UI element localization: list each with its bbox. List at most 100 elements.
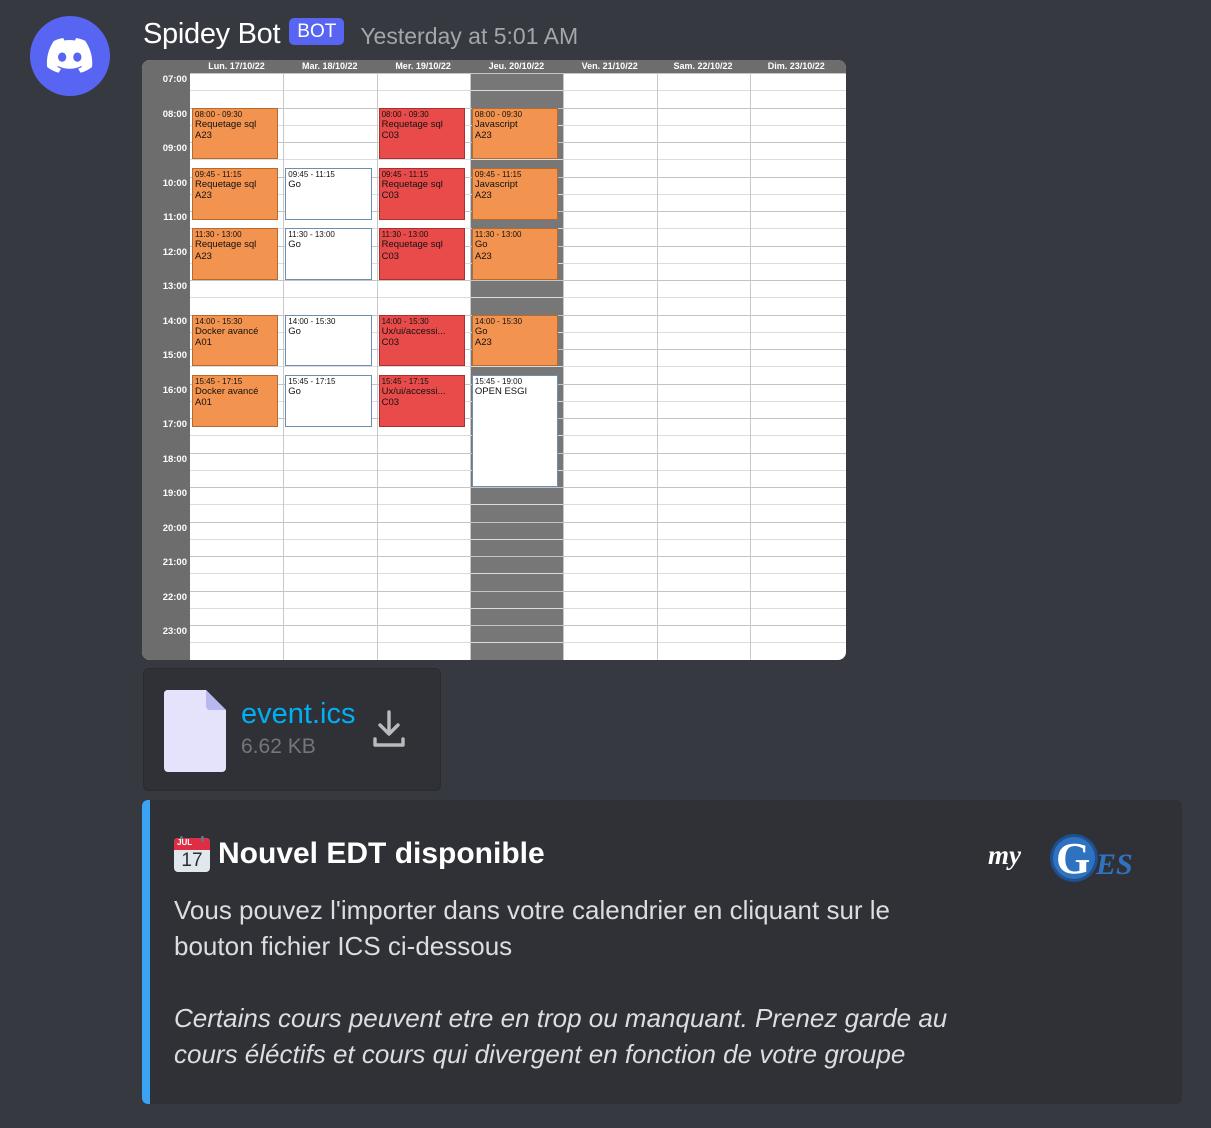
grid-column-divider bbox=[377, 73, 378, 660]
grid-line bbox=[190, 608, 846, 609]
schedule-day-header: Lun. 17/10/22 Mar. 18/10/22 Mer. 19/10/22 J… bbox=[142, 60, 846, 73]
schedule-event[interactable]: 11:30 - 13:00 Go A23 bbox=[471, 228, 559, 280]
event-room: A01 bbox=[195, 397, 212, 409]
schedule-event[interactable]: 11:30 - 13:00 Requetage sql C03 bbox=[378, 228, 465, 280]
grid-line bbox=[190, 504, 846, 505]
schedule-hour-label: 10:00 bbox=[162, 177, 187, 189]
schedule-event[interactable]: 09:45 - 11:15 Requetage sql A23 bbox=[192, 167, 279, 220]
file-name-link[interactable]: event.ics bbox=[241, 698, 355, 731]
event-room: C03 bbox=[381, 190, 400, 202]
schedule-event[interactable]: 15:45 - 17:15 Docker avancé A01 bbox=[192, 374, 279, 427]
svg-text:ES: ES bbox=[1095, 848, 1133, 881]
schedule-day-label: Dim. 23/10/22 bbox=[767, 61, 825, 71]
event-room: C03 bbox=[381, 397, 400, 409]
schedule-event[interactable]: 15:45 - 19:00 OPEN ESGI bbox=[471, 374, 559, 487]
event-title: Go bbox=[474, 239, 488, 251]
event-title: Go bbox=[288, 385, 301, 397]
schedule-event[interactable]: 14:00 - 15:30 Ux/ui/accessi... C03 bbox=[378, 314, 465, 367]
discord-logo-icon bbox=[46, 38, 93, 73]
schedule-event[interactable]: 14:00 - 15:30 Go bbox=[285, 314, 372, 367]
schedule-hour-label: 08:00 bbox=[162, 108, 187, 120]
grid-line bbox=[190, 297, 846, 298]
schedule-hour-label: 17:00 bbox=[162, 419, 187, 430]
event-title: Go bbox=[288, 178, 301, 190]
event-time: 08:00 - 09:30 bbox=[474, 109, 523, 119]
schedule-image[interactable]: Lun. 17/10/22 Mar. 18/10/22 Mer. 19/10/22 J… bbox=[142, 60, 846, 660]
event-time: 11:30 - 13:00 bbox=[195, 230, 242, 240]
schedule-event[interactable]: 14:00 - 15:30 Go A23 bbox=[471, 314, 559, 367]
grid-column-divider bbox=[283, 73, 284, 660]
username[interactable]: Spidey Bot bbox=[143, 18, 281, 51]
embed-title: JUL 17 Nouvel EDT disponible bbox=[174, 836, 545, 872]
event-room: A23 bbox=[195, 130, 212, 141]
schedule-event[interactable]: 08:00 - 09:30 Requetage sql C03 bbox=[378, 107, 465, 160]
schedule-hour-label: 12:00 bbox=[162, 246, 187, 258]
schedule-event[interactable]: 11:30 - 13:00 Go bbox=[285, 228, 372, 280]
schedule-event[interactable]: 09:45 - 11:15 Go bbox=[285, 167, 372, 220]
file-attachment: event.ics 6.62 KB bbox=[143, 668, 441, 791]
svg-text:my: my bbox=[988, 840, 1022, 870]
grid-line bbox=[190, 642, 846, 643]
event-title: Javascript bbox=[474, 178, 518, 190]
event-time: 08:00 - 09:30 bbox=[195, 109, 243, 119]
schedule-hour-label: 22:00 bbox=[162, 591, 187, 603]
schedule-hour-label: 14:00 bbox=[162, 315, 187, 327]
schedule-hour-label: 19:00 bbox=[162, 488, 187, 499]
schedule-day-label: Sam. 22/10/22 bbox=[673, 61, 733, 71]
event-title: Requetage sql bbox=[381, 239, 443, 251]
event-title: Ux/ui/accessi... bbox=[381, 325, 446, 337]
grid-line bbox=[190, 73, 846, 74]
event-time: 15:45 - 17:15 bbox=[288, 376, 336, 386]
schedule-hour-label: 11:00 bbox=[163, 212, 187, 223]
grid-line bbox=[190, 280, 846, 281]
schedule-hour-label: 23:00 bbox=[162, 626, 187, 637]
myges-logo: my G ES bbox=[988, 834, 1133, 883]
event-title: Go bbox=[288, 239, 301, 251]
embed-description: Vous pouvez l'importer dans votre calend… bbox=[174, 895, 891, 961]
bot-tag: BOT bbox=[289, 17, 345, 45]
schedule-event[interactable]: 09:45 - 11:15 Javascript A23 bbox=[471, 167, 559, 220]
grid-line bbox=[190, 539, 846, 540]
event-time: 14:00 - 15:30 bbox=[288, 316, 336, 326]
event-title: Requetage sql bbox=[195, 118, 257, 130]
schedule-time-column: 07:00 08:00 09:00 10:00 11:00 12:00 13:00 14:00… bbox=[142, 73, 190, 660]
grid-line bbox=[190, 573, 846, 574]
event-time: 14:00 - 15:30 bbox=[381, 316, 429, 326]
schedule-hour-label: 09:00 bbox=[162, 143, 187, 154]
event-room: A01 bbox=[195, 337, 212, 348]
bot-avatar[interactable] bbox=[30, 16, 110, 96]
event-title: Requetage sql bbox=[195, 178, 257, 190]
schedule-event[interactable]: 14:00 - 15:30 Docker avancé A01 bbox=[192, 314, 279, 367]
message-embed: JUL 17 Nouvel EDT disponible Vous pouvez… bbox=[142, 800, 1182, 1104]
event-title: Requetage sql bbox=[381, 178, 443, 190]
schedule-event[interactable]: 15:45 - 17:15 Go bbox=[285, 374, 372, 427]
event-room: C03 bbox=[381, 130, 400, 141]
event-time: 14:00 - 15:30 bbox=[474, 316, 523, 326]
schedule-day-label: Lun. 17/10/22 bbox=[208, 61, 265, 71]
event-time: 08:00 - 09:30 bbox=[381, 109, 429, 119]
schedule-grid: 08:00 - 09:30 Requetage sql A23 09:45 - 11:… bbox=[190, 73, 846, 660]
schedule-event[interactable]: 15:45 - 17:15 Ux/ui/accessi... C03 bbox=[378, 374, 465, 427]
grid-line bbox=[190, 487, 846, 488]
grid-column-divider bbox=[563, 73, 564, 660]
grid-column-divider bbox=[750, 73, 751, 660]
embed-title-text: Nouvel EDT disponible bbox=[218, 837, 545, 870]
message-timestamp[interactable]: Yesterday at 5:01 AM bbox=[360, 23, 578, 50]
file-size: 6.62 KB bbox=[241, 735, 316, 758]
schedule-event[interactable]: 11:30 - 13:00 Requetage sql A23 bbox=[192, 228, 279, 280]
grid-column-divider bbox=[470, 73, 471, 660]
event-time: 11:30 - 13:00 bbox=[381, 230, 429, 240]
event-title: OPEN ESGI bbox=[474, 385, 528, 397]
event-title: Docker avancé bbox=[195, 325, 259, 337]
grid-line bbox=[190, 522, 846, 523]
event-title: Go bbox=[474, 325, 488, 337]
schedule-hour-label: 16:00 bbox=[162, 384, 187, 396]
schedule-event[interactable]: 09:45 - 11:15 Requetage sql C03 bbox=[378, 167, 465, 220]
event-title: Docker avancé bbox=[195, 385, 259, 397]
schedule-day-label: Mar. 18/10/22 bbox=[302, 61, 358, 71]
grid-line bbox=[190, 625, 846, 626]
schedule-event[interactable]: 08:00 - 09:30 Requetage sql A23 bbox=[192, 107, 279, 160]
schedule-event[interactable]: 08:00 - 09:30 Javascript A23 bbox=[471, 107, 559, 160]
message-header: Spidey Bot BOT Yesterday at 5:01 AM bbox=[143, 14, 578, 54]
download-icon[interactable] bbox=[372, 709, 406, 749]
